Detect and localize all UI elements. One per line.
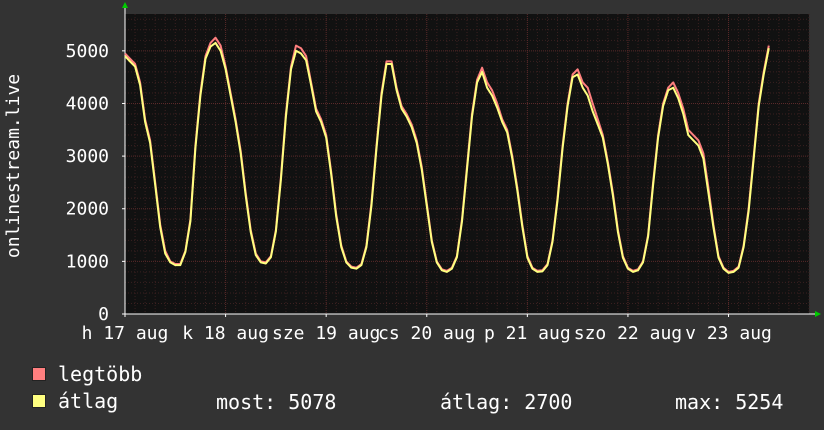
y-tick-label: 1000 [66, 251, 109, 272]
legend-item-avg: átlag [32, 389, 119, 413]
y-tick-label: 3000 [66, 146, 109, 167]
y-tick-label: 0 [98, 304, 109, 325]
legend-item-max: legtöbb [32, 362, 143, 386]
x-tick-label: szo 22 aug [574, 323, 682, 344]
x-tick-label: sze 19 aug [272, 323, 380, 344]
x-tick-label: h 17 aug [82, 323, 169, 344]
legend-label-avg: átlag [58, 389, 119, 413]
legend-label-max: legtöbb [58, 362, 143, 386]
y-axis-label: onlinestream.live [3, 74, 24, 258]
x-tick-label: k 18 aug [182, 323, 269, 344]
x-axis-arrow-icon [815, 311, 821, 317]
x-tick-label: v 23 aug [685, 323, 772, 344]
legend-swatch-avg [32, 394, 46, 408]
y-tick-label: 4000 [66, 93, 109, 114]
stat-avg: átlag: 2700 [440, 390, 573, 414]
stat-now: most: 5078 [216, 390, 337, 414]
y-tick-label: 2000 [66, 199, 109, 220]
stat-max: max: 5254 [675, 390, 784, 414]
x-tick-label: cs 20 aug [378, 323, 476, 344]
x-tick-label: p 21 aug [484, 323, 571, 344]
y-axis-arrow-icon [122, 2, 128, 8]
y-tick-label: 5000 [66, 41, 109, 62]
legend-swatch-max [32, 367, 46, 381]
